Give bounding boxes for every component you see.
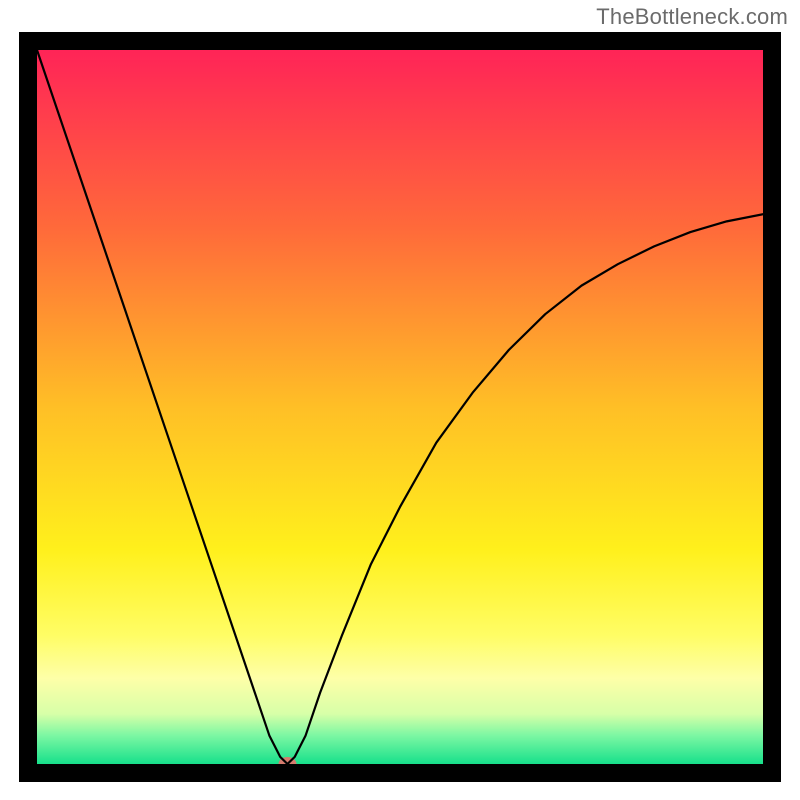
gradient-background xyxy=(37,50,763,764)
watermark-text: TheBottleneck.com xyxy=(596,4,788,30)
chart-container: TheBottleneck.com xyxy=(0,0,800,800)
chart-frame xyxy=(19,32,781,782)
chart-svg xyxy=(19,32,781,782)
